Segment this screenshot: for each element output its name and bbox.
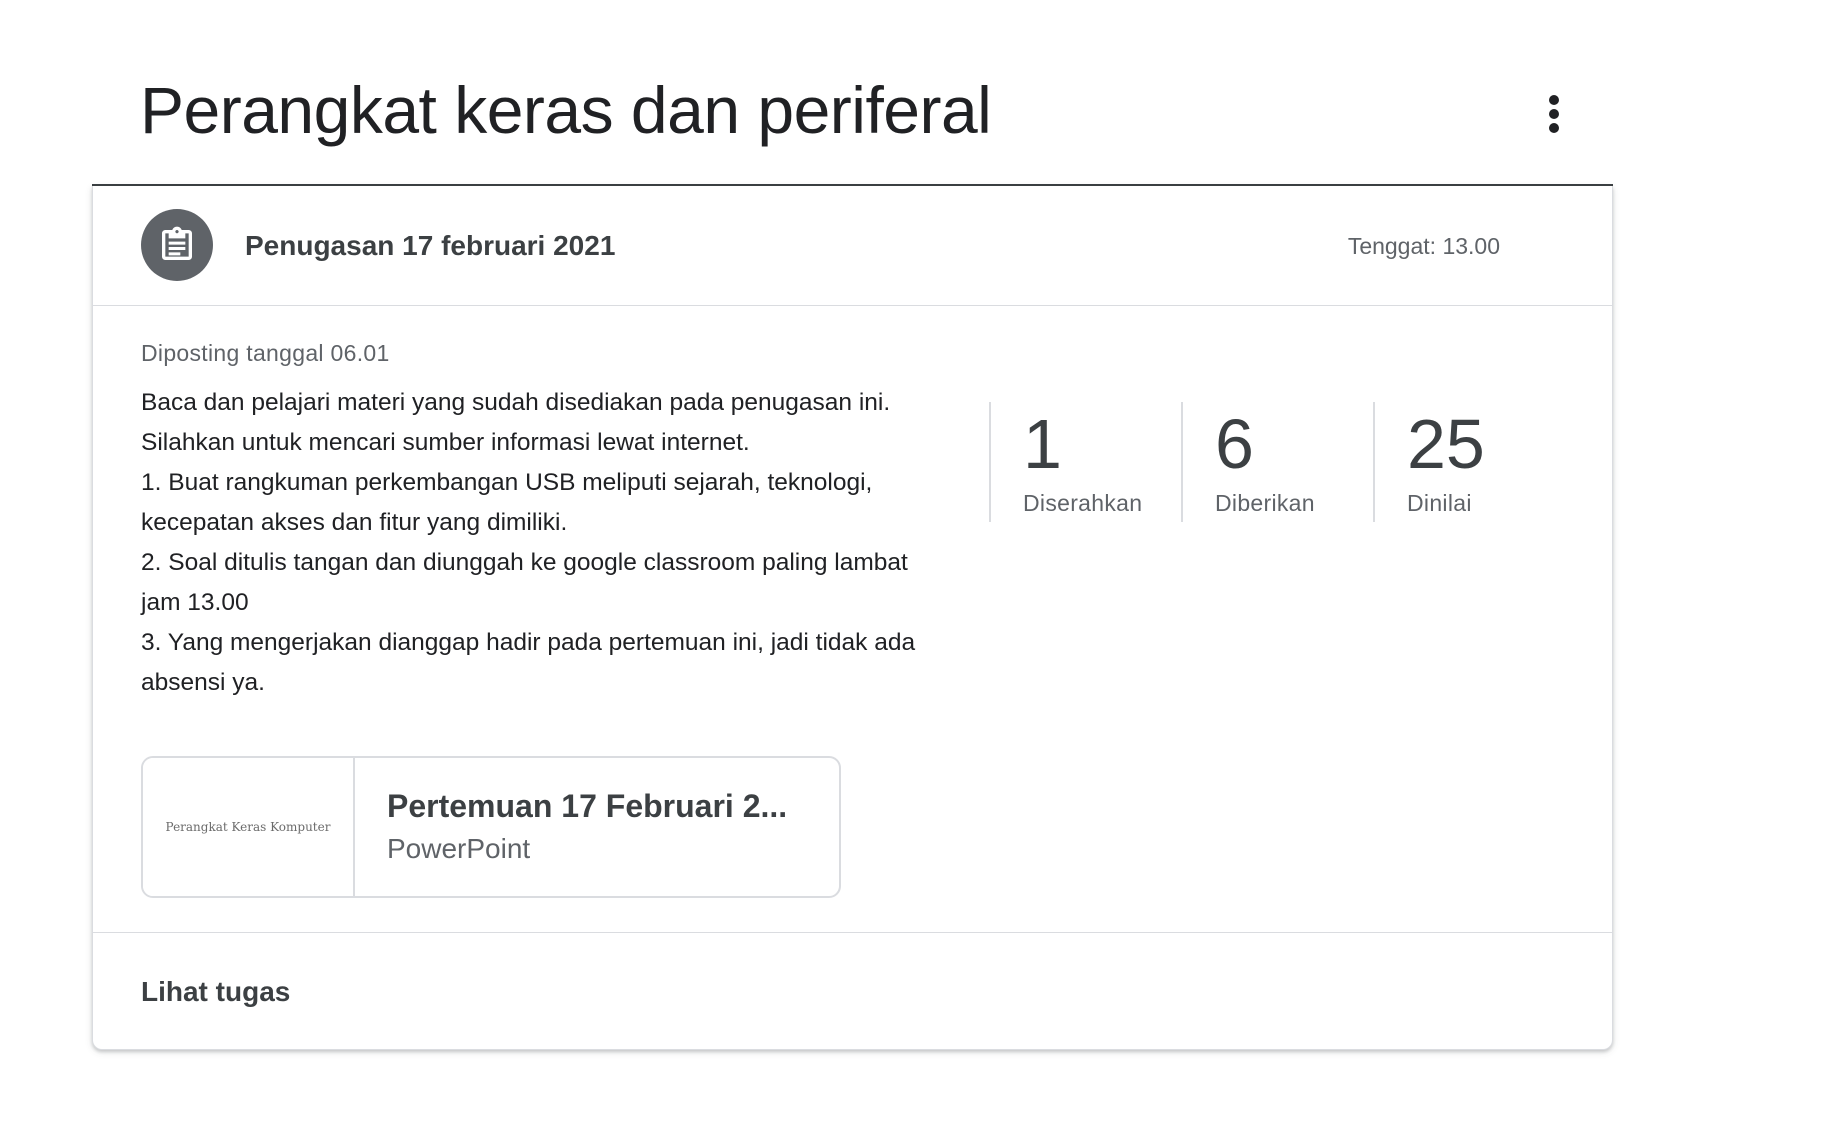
description-line: 3. Yang mengerjakan dianggap hadir pada …: [141, 629, 916, 656]
more-options-button[interactable]: [1532, 84, 1576, 144]
card-footer: Lihat tugas: [93, 932, 1612, 1050]
description-line: absensi ya.: [141, 669, 265, 696]
stat-turned-in[interactable]: 1 Diserahkan: [989, 402, 1181, 522]
attachment-card[interactable]: Perangkat Keras Komputer Pertemuan 17 Fe…: [141, 756, 841, 898]
submission-stats: 1 Diserahkan 6 Diberikan 25 Dinilai: [989, 402, 1565, 522]
stat-assigned-count: 6: [1215, 405, 1254, 483]
description-line: 1. Buat rangkuman perkembangan USB melip…: [141, 469, 873, 496]
view-assignment-link[interactable]: Lihat tugas: [141, 976, 290, 1008]
thumbnail-text: Perangkat Keras Komputer: [165, 820, 331, 834]
assignment-header[interactable]: Penugasan 17 februari 2021 Tenggat: 13.0…: [93, 186, 1612, 306]
attachment-type: PowerPoint: [387, 833, 531, 864]
assignment-icon: [141, 209, 213, 281]
description-line: Silahkan untuk mencari sumber informasi …: [141, 429, 750, 456]
description-line: 2. Soal ditulis tangan dan diunggah ke g…: [141, 549, 908, 576]
attachment-thumbnail: Perangkat Keras Komputer: [143, 758, 355, 896]
stat-assigned-label: Diberikan: [1215, 490, 1315, 516]
description-line: Baca dan pelajari materi yang sudah dise…: [141, 389, 891, 416]
more-vert-icon: [1549, 95, 1559, 133]
stat-graded[interactable]: 25 Dinilai: [1373, 402, 1565, 522]
classwork-page: Perangkat keras dan periferal Penugasan …: [0, 0, 1830, 1142]
assignment-card: Penugasan 17 februari 2021 Tenggat: 13.0…: [92, 186, 1613, 1050]
stat-graded-label: Dinilai: [1407, 490, 1472, 516]
stat-turned-in-label: Diserahkan: [1023, 490, 1143, 516]
description-line: kecepatan akses dan fitur yang dimiliki.: [141, 509, 568, 536]
attachment-info: Pertemuan 17 Februari 2... PowerPoint: [355, 758, 787, 896]
posted-date: Diposting tanggal 06.01: [141, 340, 390, 366]
assignment-title: Penugasan 17 februari 2021: [245, 230, 616, 261]
stat-turned-in-count: 1: [1023, 405, 1062, 483]
attachment-title: Pertemuan 17 Februari 2...: [387, 788, 788, 824]
due-time: Tenggat: 13.00: [1347, 233, 1500, 259]
stat-graded-count: 25: [1407, 405, 1485, 483]
assignment-description: Baca dan pelajari materi yang sudah dise…: [141, 383, 971, 703]
topic-title: Perangkat keras dan periferal: [140, 73, 992, 147]
description-line: jam 13.00: [141, 589, 249, 616]
stat-assigned[interactable]: 6 Diberikan: [1181, 402, 1373, 522]
